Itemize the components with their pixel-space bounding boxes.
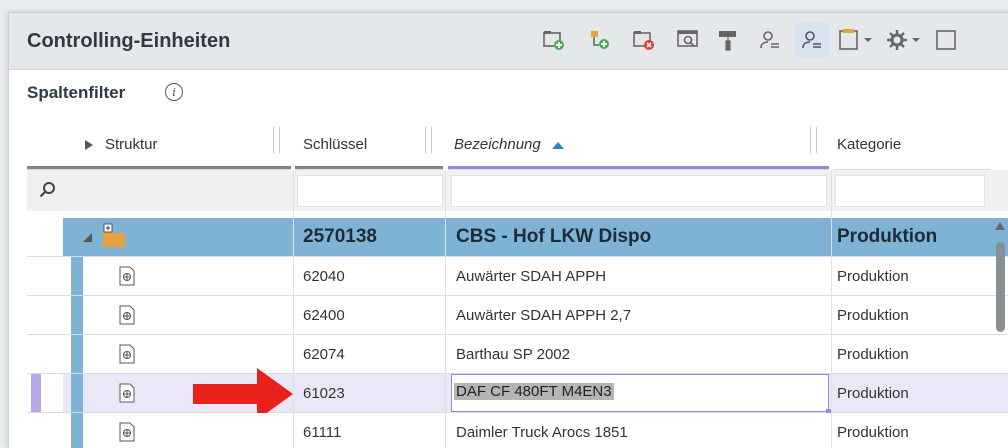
header-kategorie-label: Kategorie bbox=[837, 136, 902, 153]
table-row-selected[interactable]: 61023 DAF CF 480FT M4EN3 Produktion bbox=[27, 368, 1008, 420]
window-button[interactable] bbox=[933, 27, 959, 53]
table-row[interactable]: 62400 Auwärter SDAH APPH 2,7 Produktion bbox=[27, 296, 1008, 335]
header-schluessel[interactable]: Schlüssel bbox=[295, 119, 443, 170]
person-search-icon bbox=[760, 31, 779, 49]
column-filter-row bbox=[27, 170, 1008, 211]
header-bezeichnung-label: Bezeichnung bbox=[454, 136, 541, 153]
panel-title: Controlling-Einheiten bbox=[27, 30, 231, 52]
tree-level-bar bbox=[71, 413, 83, 448]
vertical-scrollbar[interactable] bbox=[991, 218, 1008, 448]
tree-level-bar bbox=[71, 374, 83, 412]
collapse-icon[interactable] bbox=[83, 233, 92, 242]
header-underline bbox=[448, 166, 829, 169]
column-resize-handle[interactable] bbox=[810, 127, 817, 153]
column-filter-label: Spaltenfilter bbox=[27, 83, 126, 102]
scrollbar-thumb[interactable] bbox=[996, 242, 1005, 332]
delete-folder-button[interactable] bbox=[631, 27, 657, 53]
table-row[interactable]: 62074 Barthau SP 2002 Produktion bbox=[27, 335, 1008, 374]
scroll-up-icon[interactable] bbox=[995, 222, 1005, 230]
row-category: Produktion bbox=[837, 423, 909, 441]
search-window-button[interactable] bbox=[675, 27, 701, 53]
document-icon bbox=[119, 422, 135, 442]
header-struktur-label: Struktur bbox=[105, 136, 158, 153]
row-key: 62040 bbox=[303, 267, 345, 285]
row-name: Auwärter SDAH APPH bbox=[456, 267, 607, 285]
row-key: 62074 bbox=[303, 345, 345, 363]
folder-group-icon bbox=[103, 223, 125, 247]
selection-indicator bbox=[31, 374, 41, 412]
sort-ascending-icon bbox=[552, 142, 564, 149]
header-underline bbox=[27, 166, 291, 169]
add-item-button[interactable] bbox=[587, 27, 613, 53]
column-divider bbox=[831, 170, 832, 448]
header-bezeichnung[interactable]: Bezeichnung bbox=[448, 119, 829, 170]
search-window-icon bbox=[677, 30, 698, 48]
header-schluessel-label: Schlüssel bbox=[303, 136, 368, 153]
group-name: CBS - Hof LKW Dispo bbox=[456, 226, 652, 247]
row-category: Produktion bbox=[837, 345, 909, 363]
add-folder-icon bbox=[543, 31, 564, 50]
group-row[interactable]: 2570138 CBS - Hof LKW Dispo Produktion bbox=[27, 218, 1008, 257]
expand-all-icon[interactable] bbox=[85, 140, 93, 150]
header-kategorie[interactable]: Kategorie bbox=[833, 119, 991, 170]
table-row[interactable]: 61111 Daimler Truck Arocs 1851 Produktio… bbox=[27, 413, 1008, 448]
document-icon bbox=[119, 305, 135, 325]
tree-level-bar bbox=[71, 257, 83, 295]
column-resize-handle[interactable] bbox=[273, 127, 280, 153]
paint-roller-icon bbox=[719, 31, 736, 51]
row-name: Daimler Truck Arocs 1851 bbox=[456, 423, 628, 441]
row-name: Auwärter SDAH APPH 2,7 bbox=[456, 306, 632, 324]
person-filter-icon bbox=[802, 31, 821, 49]
header-struktur[interactable]: Struktur bbox=[27, 119, 291, 170]
format-painter-button[interactable] bbox=[715, 27, 741, 53]
group-key: 2570138 bbox=[303, 226, 377, 247]
filter-input-schluessel[interactable] bbox=[297, 175, 443, 207]
tree-level-bar bbox=[71, 296, 83, 334]
info-icon[interactable]: i bbox=[165, 83, 183, 101]
row-key: 61111 bbox=[303, 423, 342, 441]
row-name-selected-text: DAF CF 480FT M4EN3 bbox=[454, 383, 614, 400]
group-category: Produktion bbox=[837, 226, 938, 247]
filter-input-kategorie[interactable] bbox=[835, 175, 985, 207]
window-icon bbox=[936, 30, 956, 50]
row-gutter bbox=[27, 218, 63, 256]
column-divider bbox=[445, 170, 446, 448]
header-underline bbox=[295, 166, 443, 169]
search-icon bbox=[39, 182, 55, 198]
person-search-button[interactable] bbox=[757, 27, 783, 53]
column-divider bbox=[293, 170, 294, 448]
document-icon bbox=[119, 266, 135, 286]
clipboard-menu-button[interactable] bbox=[837, 27, 877, 53]
gear-menu-icon bbox=[887, 30, 920, 50]
row-category: Produktion bbox=[837, 384, 909, 402]
data-grid: Struktur Schlüssel Bezeichnung Kategorie bbox=[27, 119, 1008, 448]
person-filter-button[interactable] bbox=[795, 23, 829, 57]
document-icon bbox=[119, 344, 135, 364]
title-bar: Controlling-Einheiten bbox=[9, 13, 1008, 70]
table-row[interactable]: 62040 Auwärter SDAH APPH Produktion bbox=[27, 257, 1008, 296]
column-resize-handle[interactable] bbox=[425, 127, 432, 153]
row-name-editor[interactable]: DAF CF 480FT M4EN3 bbox=[451, 374, 832, 415]
row-category: Produktion bbox=[837, 306, 909, 324]
tree-level-bar bbox=[71, 335, 83, 373]
row-key: 62400 bbox=[303, 306, 345, 324]
delete-folder-icon bbox=[633, 31, 654, 50]
row-name: Barthau SP 2002 bbox=[456, 345, 570, 363]
controlling-window: Controlling-Einheiten Spaltenfilter i St… bbox=[8, 12, 1008, 448]
add-folder-button[interactable] bbox=[541, 27, 567, 53]
settings-menu-button[interactable] bbox=[885, 27, 925, 53]
clipboard-menu-icon bbox=[839, 29, 872, 50]
filter-input-bezeichnung[interactable] bbox=[451, 175, 827, 207]
row-key: 61023 bbox=[303, 384, 345, 402]
row-category: Produktion bbox=[837, 267, 909, 285]
add-item-icon bbox=[591, 31, 609, 49]
document-icon bbox=[119, 383, 135, 403]
